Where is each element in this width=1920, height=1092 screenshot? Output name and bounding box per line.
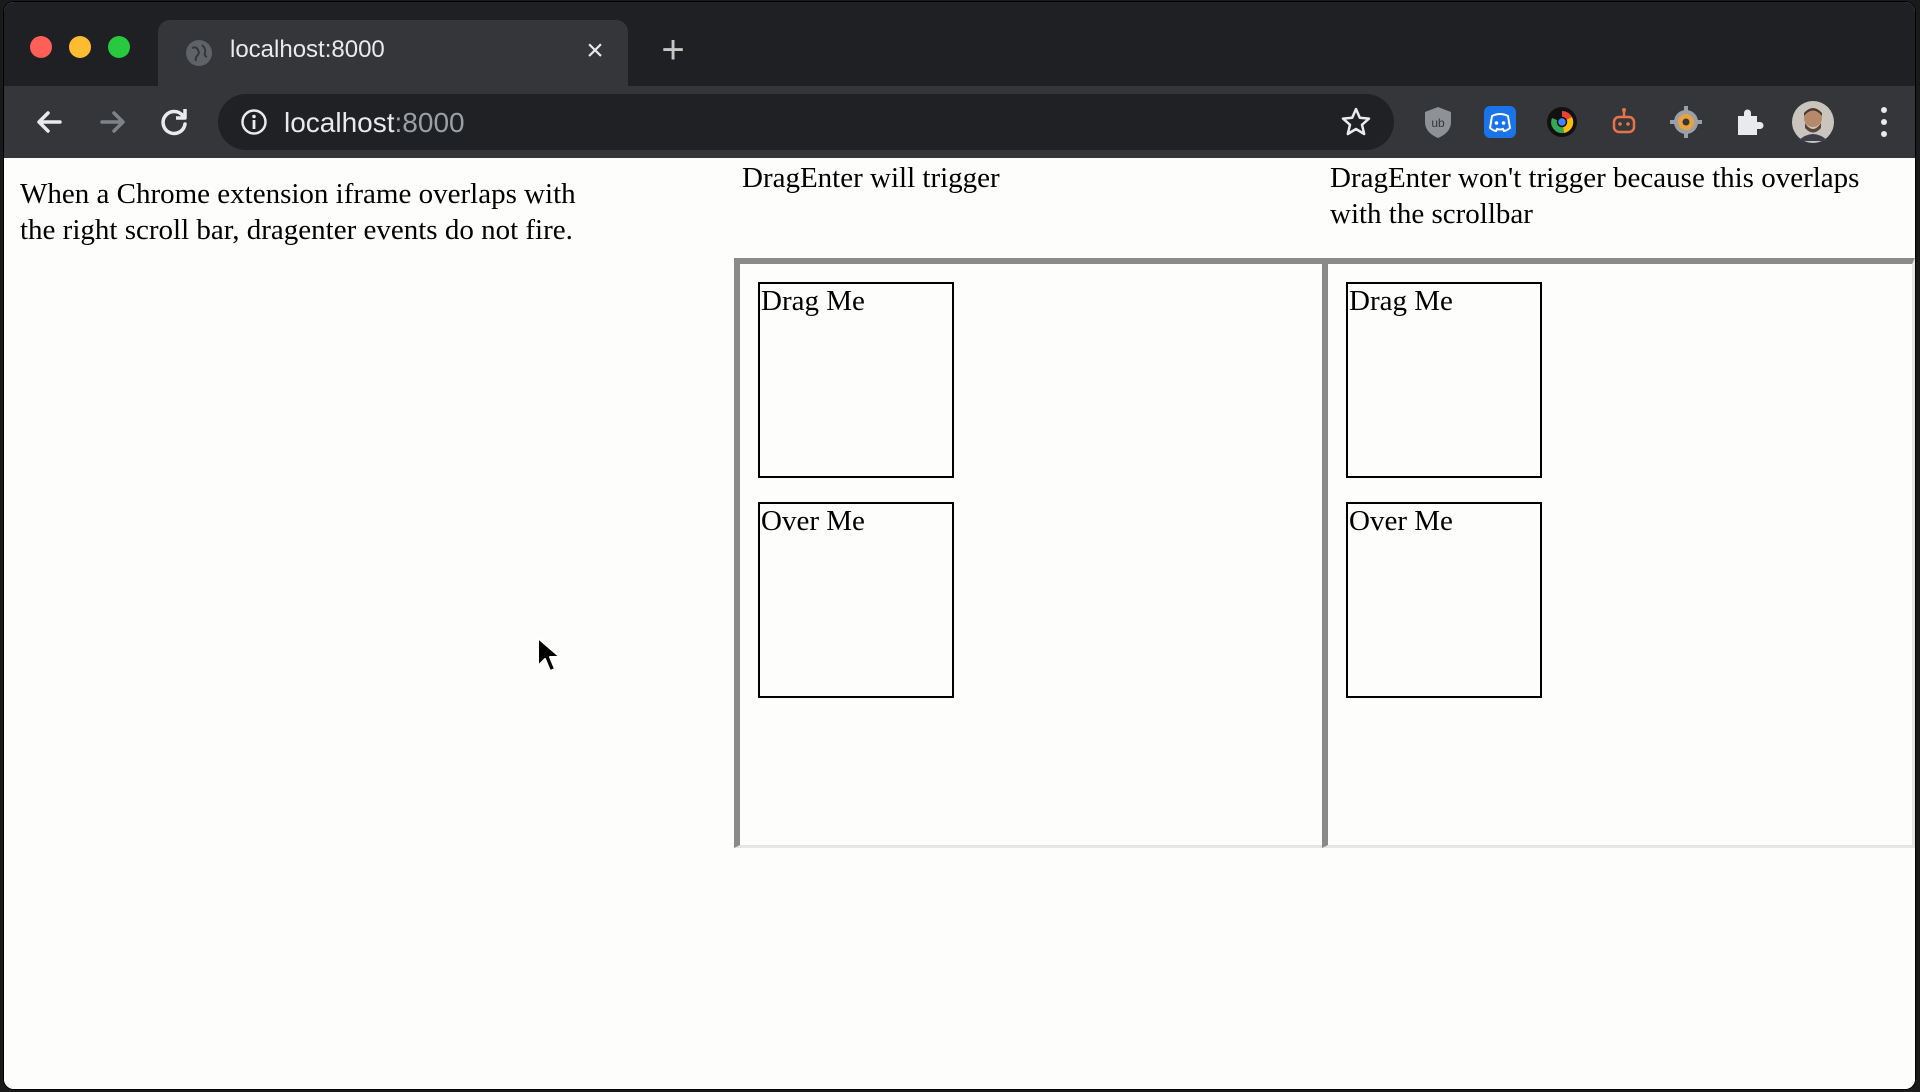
bookmark-star-icon[interactable] <box>1340 106 1372 138</box>
address-bar[interactable]: localhost:8000 <box>218 94 1394 150</box>
puzzle-icon[interactable] <box>1730 104 1766 140</box>
close-tab-icon[interactable]: × <box>578 34 612 68</box>
url-port: :8000 <box>394 107 465 138</box>
chrome-circle-icon[interactable] <box>1544 104 1580 140</box>
close-window-button[interactable] <box>30 36 52 58</box>
url-host: localhost <box>284 107 395 138</box>
mouse-cursor-icon <box>537 637 561 672</box>
new-tab-button[interactable]: + <box>654 30 692 70</box>
left-column-label: DragEnter will trigger <box>742 162 1000 194</box>
browser-window: localhost:8000 × + localhost:8000 ub Whe… <box>4 2 1915 1089</box>
svg-text:ub: ub <box>1431 116 1445 130</box>
avatar[interactable] <box>1792 101 1834 143</box>
forward-icon[interactable] <box>92 102 132 142</box>
gear-extension-icon[interactable] <box>1668 104 1704 140</box>
over-me-box[interactable]: Over Me <box>758 502 954 698</box>
drag-me-box[interactable]: Drag Me <box>758 282 954 478</box>
left-iframe: Drag Me Over Me <box>734 258 1326 848</box>
back-icon[interactable] <box>30 102 70 142</box>
robot-icon[interactable] <box>1606 104 1642 140</box>
url-text: localhost:8000 <box>284 107 465 139</box>
intro-text: When a Chrome extension iframe overlaps … <box>20 178 576 246</box>
tab-title: localhost:8000 <box>230 36 385 63</box>
site-info-icon[interactable] <box>240 108 268 136</box>
right-iframe: Drag Me Over Me <box>1322 258 1915 848</box>
page-content: When a Chrome extension iframe overlaps … <box>4 158 1915 1089</box>
over-me-box[interactable]: Over Me <box>1346 502 1542 698</box>
browser-toolbar: localhost:8000 ub <box>4 86 1915 158</box>
globe-icon <box>186 40 212 66</box>
minimize-window-button[interactable] <box>69 36 91 58</box>
tab-strip: localhost:8000 × + <box>4 2 1915 86</box>
right-column-label: DragEnter won't trigger because this ove… <box>1330 162 1860 230</box>
more-menu-icon[interactable] <box>1879 104 1889 140</box>
active-tab[interactable]: localhost:8000 × <box>158 20 628 86</box>
ublock-icon[interactable]: ub <box>1420 104 1456 140</box>
maximize-window-button[interactable] <box>108 36 130 58</box>
reload-icon[interactable] <box>154 102 194 142</box>
discord-icon[interactable] <box>1482 104 1518 140</box>
drag-me-box[interactable]: Drag Me <box>1346 282 1542 478</box>
